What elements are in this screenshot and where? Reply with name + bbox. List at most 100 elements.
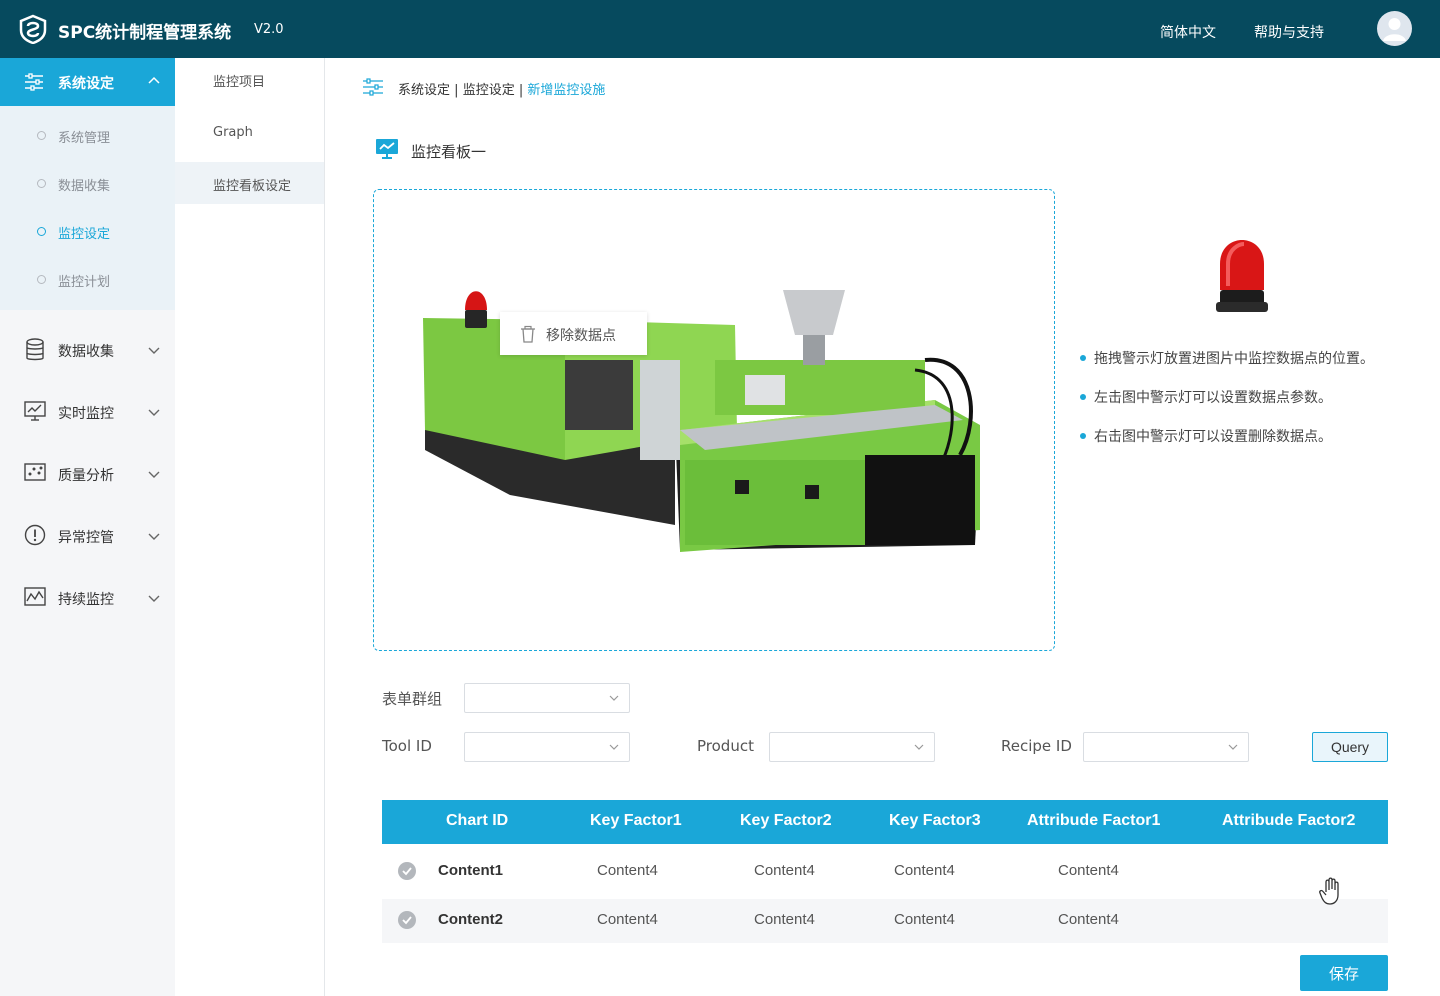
table-cell: Content4 (597, 911, 658, 928)
tip-item: 左击图中警示灯可以设置数据点参数。 (1080, 387, 1435, 426)
main-sidebar: 系统设定 系统管理 数据收集 监控设定 监控计划 数据收集 实时监控 质量分析 … (0, 58, 175, 996)
chevron-down-icon (609, 744, 619, 750)
panel-title: 监控看板一 (411, 143, 487, 161)
table-cell: Content4 (1058, 862, 1119, 879)
sidebar-group-system-settings[interactable]: 系统设定 (0, 58, 175, 106)
sidebar-group-realtime-monitor[interactable]: 实时监控 (0, 387, 175, 437)
product-select[interactable] (769, 732, 935, 762)
subnav-label: 监控项目 (213, 75, 266, 90)
subnav-monitor-items[interactable]: 监控项目 (175, 58, 324, 100)
breadcrumb: 系统设定 | 监控设定 | 新增监控设施 (398, 79, 605, 98)
chevron-down-icon (148, 409, 160, 416)
context-menu-remove-datapoint[interactable]: 移除数据点 (500, 312, 647, 355)
context-menu-label: 移除数据点 (546, 328, 616, 344)
row-check-icon[interactable] (398, 862, 416, 880)
table-cell: Content2 (438, 911, 503, 928)
continuous-monitor-icon (24, 587, 46, 606)
subnav-dashboard-settings[interactable]: 监控看板设定 (175, 162, 324, 204)
user-avatar-icon[interactable] (1377, 11, 1412, 46)
chevron-down-icon (1228, 744, 1238, 750)
subnav-graph[interactable]: Graph (175, 112, 324, 154)
sidebar-subitem-monitor-plan[interactable]: 监控计划 (0, 256, 175, 304)
recipe-id-select[interactable] (1083, 732, 1249, 762)
column-header[interactable]: Chart ID (446, 812, 508, 830)
alert-circle-icon (24, 524, 46, 546)
tool-id-label: Tool ID (382, 737, 432, 755)
nav-label: 实时监控 (58, 406, 114, 422)
sidebar-group-label: 系统设定 (58, 76, 114, 92)
form-group-select[interactable] (464, 683, 630, 713)
table-row[interactable]: Content2 Content4 Content4 Content4 Cont… (382, 899, 1388, 943)
sidebar-subitem-monitor-settings[interactable]: 监控设定 (0, 208, 175, 256)
subitem-label: 数据收集 (58, 179, 111, 194)
sidebar-subitem-system-management[interactable]: 系统管理 (0, 112, 175, 160)
sidebar-group-quality-analysis[interactable]: 质量分析 (0, 449, 175, 499)
app-title: SPC统计制程管理系统 (58, 23, 232, 43)
breadcrumb-current: 新增监控设施 (527, 83, 606, 98)
database-icon (26, 338, 44, 361)
subitem-label: 系统管理 (58, 131, 111, 146)
help-link[interactable]: 帮助与支持 (1254, 22, 1324, 42)
table-header: Chart ID Key Factor1 Key Factor2 Key Fac… (382, 800, 1388, 844)
subnav-label: Graph (213, 125, 253, 140)
form-group-label: 表单群组 (382, 690, 443, 708)
chevron-down-icon (148, 347, 160, 354)
bullet-icon (37, 179, 46, 188)
column-header[interactable]: Attribude Factor1 (1027, 812, 1160, 830)
breadcrumb-item[interactable]: 系统设定 (398, 83, 450, 98)
sidebar-group-continuous-monitor[interactable]: 持续监控 (0, 573, 175, 623)
table-cell: Content4 (1058, 911, 1119, 928)
warning-beacon-icon[interactable] (1214, 236, 1270, 314)
table-cell: Content4 (894, 862, 955, 879)
tip-item: 拖拽警示灯放置进图片中监控数据点的位置。 (1080, 348, 1435, 387)
dashboard-board-icon (376, 139, 398, 159)
table-cell: Content4 (754, 911, 815, 928)
column-header[interactable]: Key Factor1 (590, 812, 682, 830)
hand-cursor-icon (1319, 877, 1339, 905)
nav-label: 持续监控 (58, 592, 114, 608)
language-switch[interactable]: 简体中文 (1160, 22, 1216, 42)
table-row[interactable]: Content1 Content4 Content4 Content4 Cont… (382, 850, 1388, 894)
tip-item: 右击图中警示灯可以设置删除数据点。 (1080, 426, 1435, 465)
nav-label: 异常控管 (58, 530, 114, 546)
app-version: V2.0 (254, 22, 284, 37)
chevron-down-icon (914, 744, 924, 750)
sidebar-group-exception-control[interactable]: 异常控管 (0, 511, 175, 561)
sidebar-group-data-collection[interactable]: 数据收集 (0, 325, 175, 375)
product-label: Product (697, 737, 754, 755)
monitor-chart-icon (24, 401, 46, 421)
chevron-down-icon (148, 595, 160, 602)
save-button[interactable]: 保存 (1300, 955, 1388, 991)
column-header[interactable]: Key Factor2 (740, 812, 832, 830)
chevron-up-icon (148, 76, 160, 84)
chevron-down-icon (148, 471, 160, 478)
subnav-label: 监控看板设定 (213, 179, 292, 194)
sub-navigation: 监控项目 Graph 监控看板设定 (175, 58, 325, 996)
column-header[interactable]: Key Factor3 (889, 812, 981, 830)
chevron-down-icon (609, 695, 619, 701)
recipe-id-label: Recipe ID (1001, 737, 1072, 755)
nav-label: 数据收集 (58, 344, 114, 360)
chevron-down-icon (148, 533, 160, 540)
spc-logo-icon[interactable] (18, 14, 48, 44)
instruction-tips: 拖拽警示灯放置进图片中监控数据点的位置。 左击图中警示灯可以设置数据点参数。 右… (1080, 348, 1435, 465)
breadcrumb-separator: | (518, 83, 524, 98)
tool-id-select[interactable] (464, 732, 630, 762)
table-cell: Content4 (894, 911, 955, 928)
column-header[interactable]: Attribude Factor2 (1222, 812, 1355, 830)
sidebar-subitem-data-collection[interactable]: 数据收集 (0, 160, 175, 208)
nav-label: 质量分析 (58, 468, 114, 484)
table-cell: Content4 (754, 862, 815, 879)
query-button[interactable]: Query (1312, 732, 1388, 762)
scatter-analysis-icon (24, 463, 46, 481)
breadcrumb-separator: | (454, 83, 459, 98)
table-cell: Content1 (438, 862, 503, 879)
subitem-label: 监控设定 (58, 227, 111, 242)
sliders-icon (363, 78, 383, 96)
row-check-icon[interactable] (398, 911, 416, 929)
bullet-icon (37, 227, 46, 236)
subitem-label: 监控计划 (58, 275, 111, 290)
breadcrumb-item[interactable]: 监控设定 (463, 83, 515, 98)
table-cell: Content4 (597, 862, 658, 879)
trash-icon (521, 325, 535, 343)
